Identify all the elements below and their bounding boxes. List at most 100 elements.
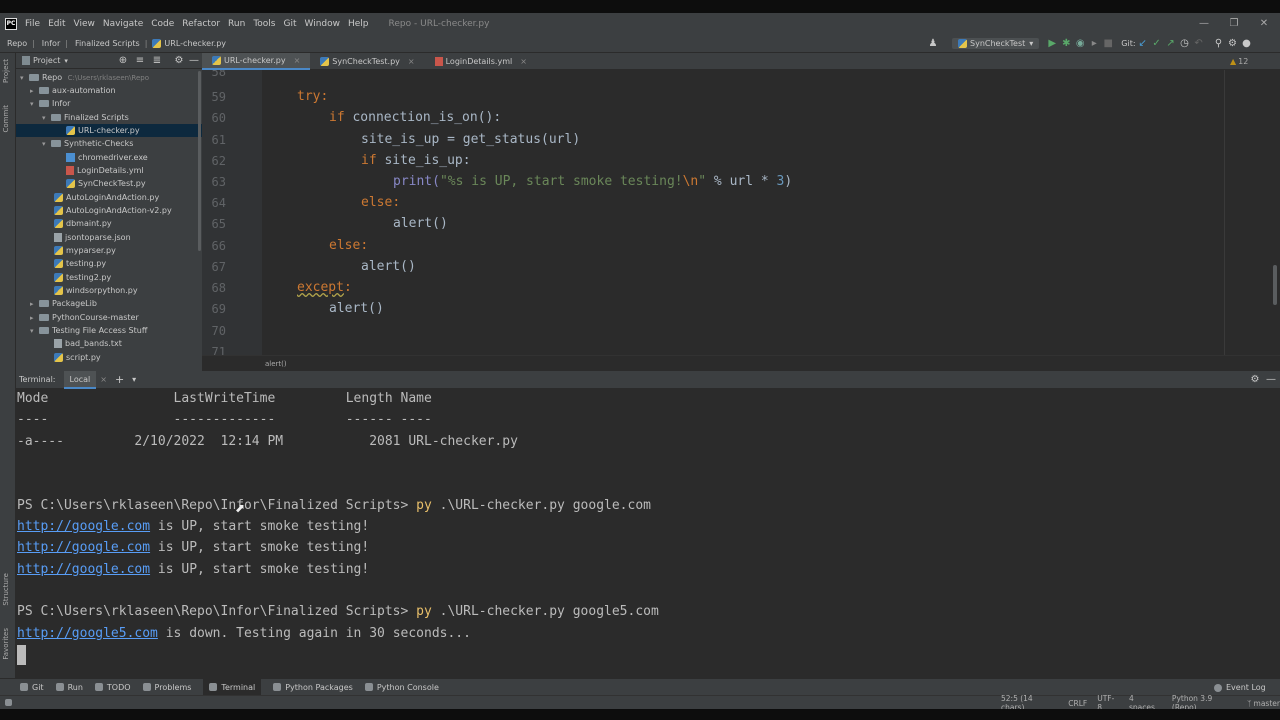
tree-item-finalized-scripts[interactable]: ▾ Finalized Scripts	[42, 111, 129, 124]
menu-view[interactable]: View	[74, 19, 95, 29]
close-icon[interactable]: ×	[294, 56, 301, 65]
tree-item-autologinandaction-v2[interactable]: AutoLoginAndAction-v2.py	[54, 204, 172, 217]
tree-item-myparser[interactable]: myparser.py	[54, 244, 116, 257]
target-icon[interactable]: ⊕	[116, 55, 130, 66]
toolwindow-git[interactable]: Git	[20, 683, 44, 692]
breadcrumb-infor[interactable]: Infor	[42, 39, 60, 48]
coverage-icon[interactable]: ◉	[1073, 38, 1087, 49]
chevron-down-icon[interactable]: ▾	[64, 57, 68, 65]
gear-icon[interactable]: ⚙	[172, 55, 186, 66]
tree-item-testing-file-access[interactable]: ▾ Testing File Access Stuff	[30, 324, 147, 337]
tree-item-pythoncourse[interactable]: ▸ PythonCourse-master	[30, 311, 139, 324]
tree-item-bad-bands[interactable]: bad_bands.txt	[54, 337, 122, 350]
hide-icon[interactable]: —	[1264, 374, 1278, 385]
tree-item-logindetails[interactable]: LoginDetails.yml	[66, 164, 144, 177]
menu-edit[interactable]: Edit	[48, 19, 65, 29]
git-branch[interactable]: master	[1254, 699, 1280, 708]
url-link[interactable]: http://google.com	[17, 519, 150, 534]
close-icon[interactable]: ×	[520, 57, 527, 66]
menu-tools[interactable]: Tools	[253, 19, 275, 29]
run-config-select[interactable]: SynCheckTest ▾	[952, 38, 1040, 49]
expand-all-icon[interactable]: ≡	[133, 55, 147, 66]
history-icon[interactable]: ◷	[1178, 38, 1192, 49]
menu-navigate[interactable]: Navigate	[103, 19, 143, 29]
tree-item-url-checker[interactable]: URL-checker.py	[16, 124, 202, 137]
stop-icon[interactable]: ■	[1101, 38, 1115, 49]
toolwindow-terminal[interactable]: Terminal	[203, 678, 262, 696]
editor-scrollbar[interactable]	[1273, 265, 1277, 305]
menu-git[interactable]: Git	[283, 19, 296, 29]
tree-item-jsontoparse[interactable]: jsontoparse.json	[54, 231, 131, 244]
tree-item-synthetic-checks[interactable]: ▾ Synthetic-Checks	[42, 137, 133, 150]
structure-tool-label[interactable]: Structure	[2, 573, 10, 606]
tree-item-synchecktest[interactable]: SynCheckTest.py	[66, 177, 146, 190]
search-icon[interactable]: ⚲	[1212, 38, 1226, 49]
tree-item-aux-automation[interactable]: ▸ aux-automation	[30, 84, 116, 97]
chevron-down-icon[interactable]: ▾	[132, 375, 136, 384]
tree-item-autologinandaction[interactable]: AutoLoginAndAction.py	[54, 191, 159, 204]
favorites-tool-label[interactable]: Favorites	[2, 628, 10, 660]
menu-code[interactable]: Code	[151, 19, 174, 29]
restore-icon[interactable]: ❐	[1218, 13, 1250, 34]
menu-run[interactable]: Run	[228, 19, 245, 29]
menu-file[interactable]: File	[25, 19, 40, 29]
terminal-tab-local[interactable]: Local	[63, 370, 97, 389]
toolwindow-todo[interactable]: TODO	[94, 683, 131, 692]
url-link[interactable]: http://google.com	[17, 562, 150, 577]
run-icon[interactable]: ▶	[1045, 38, 1059, 49]
url-link[interactable]: http://google.com	[17, 540, 150, 555]
tree-item-testing[interactable]: testing.py	[54, 257, 106, 270]
close-icon[interactable]: ✕	[1248, 13, 1280, 34]
tree-item-infor[interactable]: ▾ Infor	[30, 97, 70, 110]
gear-icon[interactable]: ⚙	[1248, 374, 1262, 385]
breadcrumb-finalized-scripts[interactable]: Finalized Scripts	[75, 39, 140, 48]
minimize-icon[interactable]: —	[1188, 13, 1220, 34]
toolwindow-python-console[interactable]: Python Console	[364, 683, 439, 692]
inspection-widget[interactable]: ▲ 12	[1230, 53, 1248, 70]
hide-icon[interactable]: —	[187, 55, 201, 66]
tree-item-dbmaint[interactable]: dbmaint.py	[54, 217, 112, 230]
git-update-icon[interactable]: ↙	[1136, 38, 1150, 49]
code-editor[interactable]: 58 59 60 61 62 63 64 65 66 67 68 69 70 7…	[202, 70, 1280, 355]
menu-window[interactable]: Window	[305, 19, 341, 29]
toolwindow-python-packages[interactable]: Python Packages	[273, 683, 353, 692]
tree-item-chromedriver[interactable]: chromedriver.exe	[66, 151, 148, 164]
profile-icon[interactable]: ▸	[1087, 38, 1101, 49]
gear-icon[interactable]: ⚙	[1226, 38, 1240, 49]
toolwindow-run[interactable]: Run	[55, 683, 83, 692]
tree-item-script[interactable]: script.py	[54, 351, 101, 364]
menu-help[interactable]: Help	[348, 19, 369, 29]
tab-synchecktest[interactable]: SynCheckTest.py ×	[310, 53, 424, 70]
tree-item-windsorpython[interactable]: windsorpython.py	[54, 284, 138, 297]
root-path: C:\Users\rklaseen\Repo	[67, 74, 150, 82]
breadcrumb-url-checker[interactable]: URL-checker.py	[164, 39, 226, 48]
url-link[interactable]: http://google5.com	[17, 626, 158, 641]
debug-icon[interactable]: ✱	[1059, 38, 1073, 49]
project-scrollbar[interactable]	[198, 71, 201, 251]
project-tool-label[interactable]: Project	[2, 59, 10, 83]
rollback-icon[interactable]: ↶	[1192, 38, 1206, 49]
line-separator[interactable]: CRLF	[1068, 699, 1087, 708]
close-icon[interactable]: ×	[408, 57, 415, 66]
git-push-icon[interactable]: ↗	[1164, 38, 1178, 49]
menu-refactor[interactable]: Refactor	[182, 19, 220, 29]
code-with-me-icon[interactable]: ●	[1240, 38, 1254, 49]
tab-url-checker[interactable]: URL-checker.py ×	[202, 52, 311, 70]
project-panel-title[interactable]: Project	[33, 56, 60, 65]
tree-item-packagelib[interactable]: ▸ PackageLib	[30, 297, 97, 310]
git-commit-icon[interactable]: ✓	[1150, 38, 1164, 49]
tab-logindetails[interactable]: LoginDetails.yml ×	[425, 53, 537, 70]
commit-tool-label[interactable]: Commit	[2, 105, 10, 133]
tree-item-repo[interactable]: ▾ Repo C:\Users\rklaseen\Repo	[20, 71, 149, 84]
collapse-all-icon[interactable]: ≣	[150, 55, 164, 66]
close-icon[interactable]: ×	[100, 375, 107, 384]
user-icon[interactable]: ♟	[926, 38, 940, 49]
layout-icon[interactable]	[5, 699, 12, 706]
terminal-output[interactable]: Mode LastWriteTime Length Name ---- ----…	[16, 389, 1280, 678]
toolwindow-problems[interactable]: Problems	[142, 683, 191, 692]
add-terminal-icon[interactable]: +	[115, 373, 124, 386]
editor-breadcrumb[interactable]: alert()	[265, 360, 287, 368]
line-number: 61	[211, 133, 226, 147]
breadcrumb-repo[interactable]: Repo	[7, 39, 27, 48]
tree-item-testing2[interactable]: testing2.py	[54, 271, 111, 284]
